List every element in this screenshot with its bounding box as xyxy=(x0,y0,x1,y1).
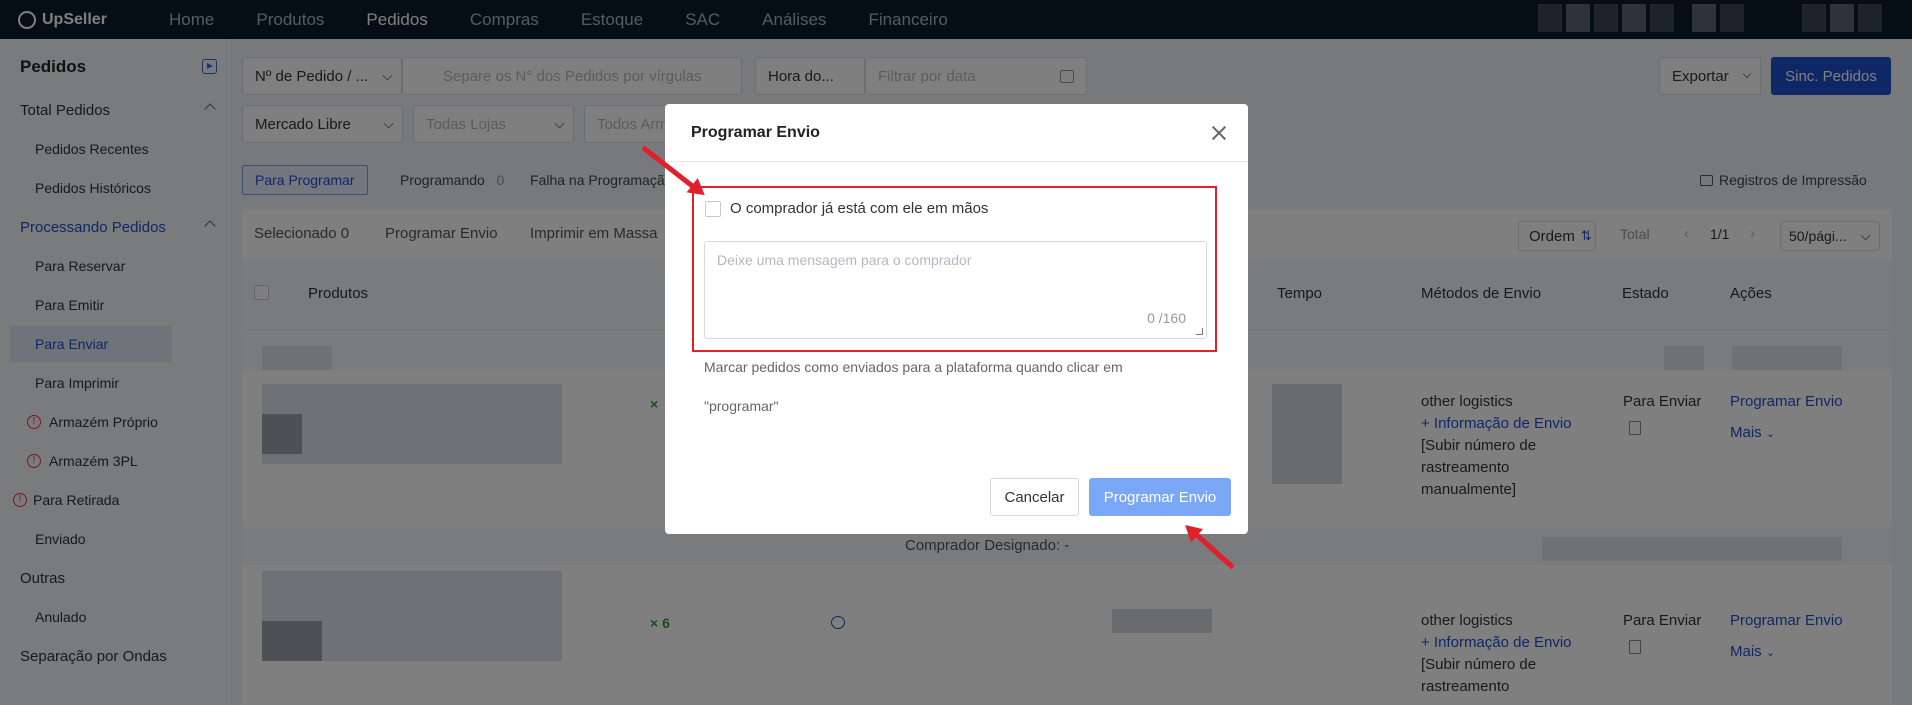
textarea-placeholder: Deixe uma mensagem para o comprador xyxy=(717,252,972,268)
help-text: Marcar pedidos como enviados para a plat… xyxy=(704,359,1123,375)
checkbox-label[interactable]: O comprador já está com ele em mãos xyxy=(730,200,988,217)
resize-handle[interactable] xyxy=(1196,328,1203,335)
help-text-continued: "programar" xyxy=(704,398,779,414)
dialog-title: Programar Envio xyxy=(691,124,820,141)
buyer-has-it-checkbox[interactable] xyxy=(705,201,721,217)
divider xyxy=(665,161,1248,162)
buyer-message-textarea[interactable]: Deixe uma mensagem para o comprador 0 /1… xyxy=(704,241,1207,339)
cancel-button[interactable]: Cancelar xyxy=(990,478,1079,516)
schedule-shipment-dialog: Programar Envio O comprador já está com … xyxy=(665,104,1248,534)
schedule-shipment-button[interactable]: Programar Envio xyxy=(1089,478,1231,516)
close-icon[interactable] xyxy=(1212,126,1226,140)
char-counter: 0 /160 xyxy=(1147,310,1186,326)
